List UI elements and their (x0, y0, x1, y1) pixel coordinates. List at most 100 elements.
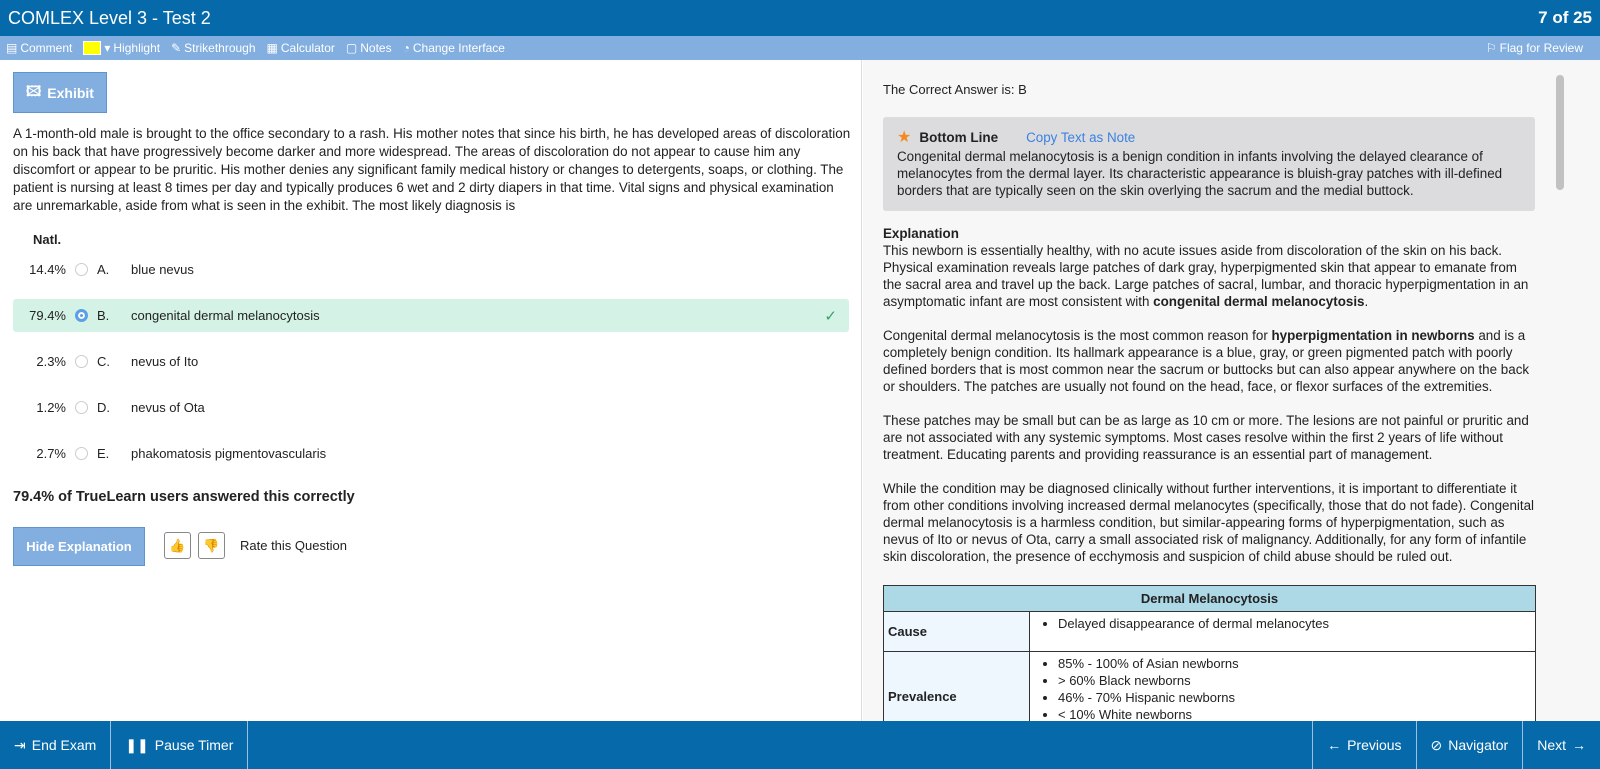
option-letter: A. (97, 262, 110, 277)
strikethrough-button[interactable]: ✎ Strikethrough (171, 41, 255, 55)
option-radio[interactable] (75, 355, 88, 368)
arrow-right-icon: → (1572, 737, 1586, 753)
pencil-icon: ✎ (171, 41, 182, 55)
pause-timer-label: Pause Timer (154, 737, 234, 753)
row-item: < 10% White newborns (1058, 706, 1535, 721)
question-panel: 🖾 Exhibit A 1-month-old male is brought t… (0, 60, 862, 721)
next-button[interactable]: Next → (1522, 721, 1600, 769)
option-percent: 14.4% (29, 262, 66, 277)
question-stem: A 1-month-old male is brought to the off… (13, 126, 851, 213)
row-item: > 60% Black newborns (1058, 672, 1535, 689)
row-item: 85% - 100% of Asian newborns (1058, 655, 1535, 672)
option-letter: E. (97, 446, 110, 461)
previous-button[interactable]: ← Previous (1312, 721, 1415, 769)
table-row: Cause Delayed disappearance of dermal mel… (883, 611, 1536, 652)
option-text: phakomatosis pigmentovascularis (131, 446, 327, 461)
highlight-color-swatch[interactable] (83, 41, 102, 55)
calculator-button[interactable]: ▦ Calculator (267, 41, 335, 55)
explanation-text: These patches may be small but can be as… (883, 413, 1529, 462)
answer-option-b[interactable]: 79.4% B. congenital dermal melanocytosis… (13, 299, 849, 332)
comment-button[interactable]: ▤ Comment (6, 41, 72, 55)
pause-timer-button[interactable]: ❚❚ Pause Timer (111, 721, 249, 769)
bottom-line-text: Congenital dermal melanocytosis is a ben… (897, 149, 1503, 198)
explanation-heading: Explanation (883, 226, 959, 241)
option-radio[interactable] (75, 263, 88, 276)
hide-explanation-button[interactable]: Hide Explanation (13, 527, 145, 566)
thumbs-up-icon[interactable]: 👍 (164, 532, 191, 559)
notes-button[interactable]: ▢ Notes (346, 41, 392, 55)
exit-icon: ⇥ (14, 736, 26, 753)
row-key: Prevalence (883, 651, 1030, 721)
answer-option-d[interactable]: 1.2% D. nevus of Ota (13, 391, 849, 424)
flag-for-review-button[interactable]: ⚐ Flag for Review (1486, 41, 1583, 55)
flag-icon: ⚐ (1485, 41, 1497, 55)
explanation-body: Explanation This newborn is essentially … (883, 225, 1538, 582)
change-interface-button[interactable]: ◔ Change Interface (403, 41, 505, 55)
national-stats-label: Natl. (33, 232, 62, 247)
explanation-paragraph: Congenital dermal melanocytosis is the m… (883, 327, 1538, 395)
option-radio[interactable] (75, 309, 88, 322)
row-item: 46% - 70% Hispanic newborns (1058, 689, 1535, 706)
option-percent: 2.7% (36, 446, 66, 461)
scrollbar[interactable] (1552, 72, 1568, 712)
exhibit-button[interactable]: 🖾 Exhibit (13, 72, 107, 113)
header-bar: COMLEX Level 3 - Test 2 7 of 25 (0, 0, 1600, 36)
calculator-label: Calculator (280, 41, 335, 55)
notes-label: Notes (360, 41, 392, 55)
option-letter: B. (97, 308, 110, 323)
bottom-line-box: ★ Bottom Line Copy Text as Note Congenital… (883, 117, 1535, 211)
explanation-paragraph: These patches may be small but can be as… (883, 412, 1538, 463)
row-item: Delayed disappearance of dermal melanocy… (1058, 615, 1535, 632)
option-text: nevus of Ota (131, 400, 205, 415)
pause-icon: ❚❚ (125, 736, 149, 753)
option-percent: 79.4% (29, 308, 66, 323)
question-counter: 7 of 25 (1538, 8, 1592, 27)
option-text: nevus of Ito (131, 354, 199, 369)
exhibit-label: Exhibit (47, 84, 94, 101)
explanation-text: While the condition may be diagnosed cli… (883, 481, 1535, 564)
comment-icon: ▤ (6, 41, 18, 55)
option-radio[interactable] (75, 447, 88, 460)
answer-option-a[interactable]: 14.4% A. blue nevus (13, 253, 849, 286)
image-icon: 🖾 (26, 82, 42, 99)
percent-correct-stat: 79.4% of TrueLearn users answered this c… (13, 489, 355, 505)
navigator-label: Navigator (1448, 737, 1509, 753)
option-percent: 2.3% (36, 354, 66, 369)
explanation-text: hyperpigmentation in newborns (1271, 328, 1475, 343)
table-row: Prevalence 85% - 100% of Asian newborns> … (883, 651, 1536, 721)
option-letter: C. (97, 354, 110, 369)
option-text: congenital dermal melanocytosis (131, 308, 320, 323)
next-label: Next (1537, 737, 1566, 753)
answer-option-c[interactable]: 2.3% C. nevus of Ito (13, 345, 849, 378)
chevron-down-icon: ▾ (104, 41, 111, 55)
row-key: Cause (883, 611, 1030, 652)
answer-option-e[interactable]: 2.7% E. phakomatosis pigmentovascularis (13, 437, 849, 470)
highlight-button[interactable]: ▾ Highlight (83, 41, 160, 55)
thumbs-down-icon[interactable]: 👎 (198, 532, 225, 559)
option-radio[interactable] (75, 401, 88, 414)
copy-text-as-note-link[interactable]: Copy Text as Note (1026, 129, 1135, 146)
correct-answer: The Correct Answer is: B (883, 82, 1027, 97)
change-interface-label: Change Interface (412, 41, 505, 55)
rate-question-label: Rate this Question (240, 538, 347, 553)
comment-label: Comment (20, 41, 73, 55)
bottom-line-title: Bottom Line (919, 130, 999, 145)
calculator-icon: ▦ (266, 41, 278, 55)
explanation-panel: The Correct Answer is: B ★ Bottom Line Cop… (863, 60, 1600, 721)
end-exam-button[interactable]: ⇥ End Exam (0, 721, 112, 769)
option-text: blue nevus (131, 262, 194, 277)
navigator-button[interactable]: ⊘ Navigator (1415, 721, 1523, 769)
compass-icon: ⊘ (1430, 736, 1443, 753)
end-exam-label: End Exam (31, 737, 97, 753)
checkmark-icon: ✓ (824, 307, 837, 325)
arrow-left-icon: ← (1327, 737, 1342, 753)
explanation-paragraph: While the condition may be diagnosed cli… (883, 480, 1538, 565)
flag-label: Flag for Review (1499, 41, 1583, 55)
palette-icon: ◔ (402, 41, 410, 55)
explanation-text: congenital dermal melanocytosis (1153, 294, 1365, 309)
explanation-text: Congenital dermal melanocytosis is the m… (883, 328, 1272, 343)
toolbar: ▤ Comment ▾ Highlight ✎ Strikethrough ▦ Calc… (0, 36, 1600, 60)
scrollbar-thumb[interactable] (1556, 75, 1564, 190)
highlight-label: Highlight (113, 41, 161, 55)
previous-label: Previous (1347, 737, 1402, 753)
